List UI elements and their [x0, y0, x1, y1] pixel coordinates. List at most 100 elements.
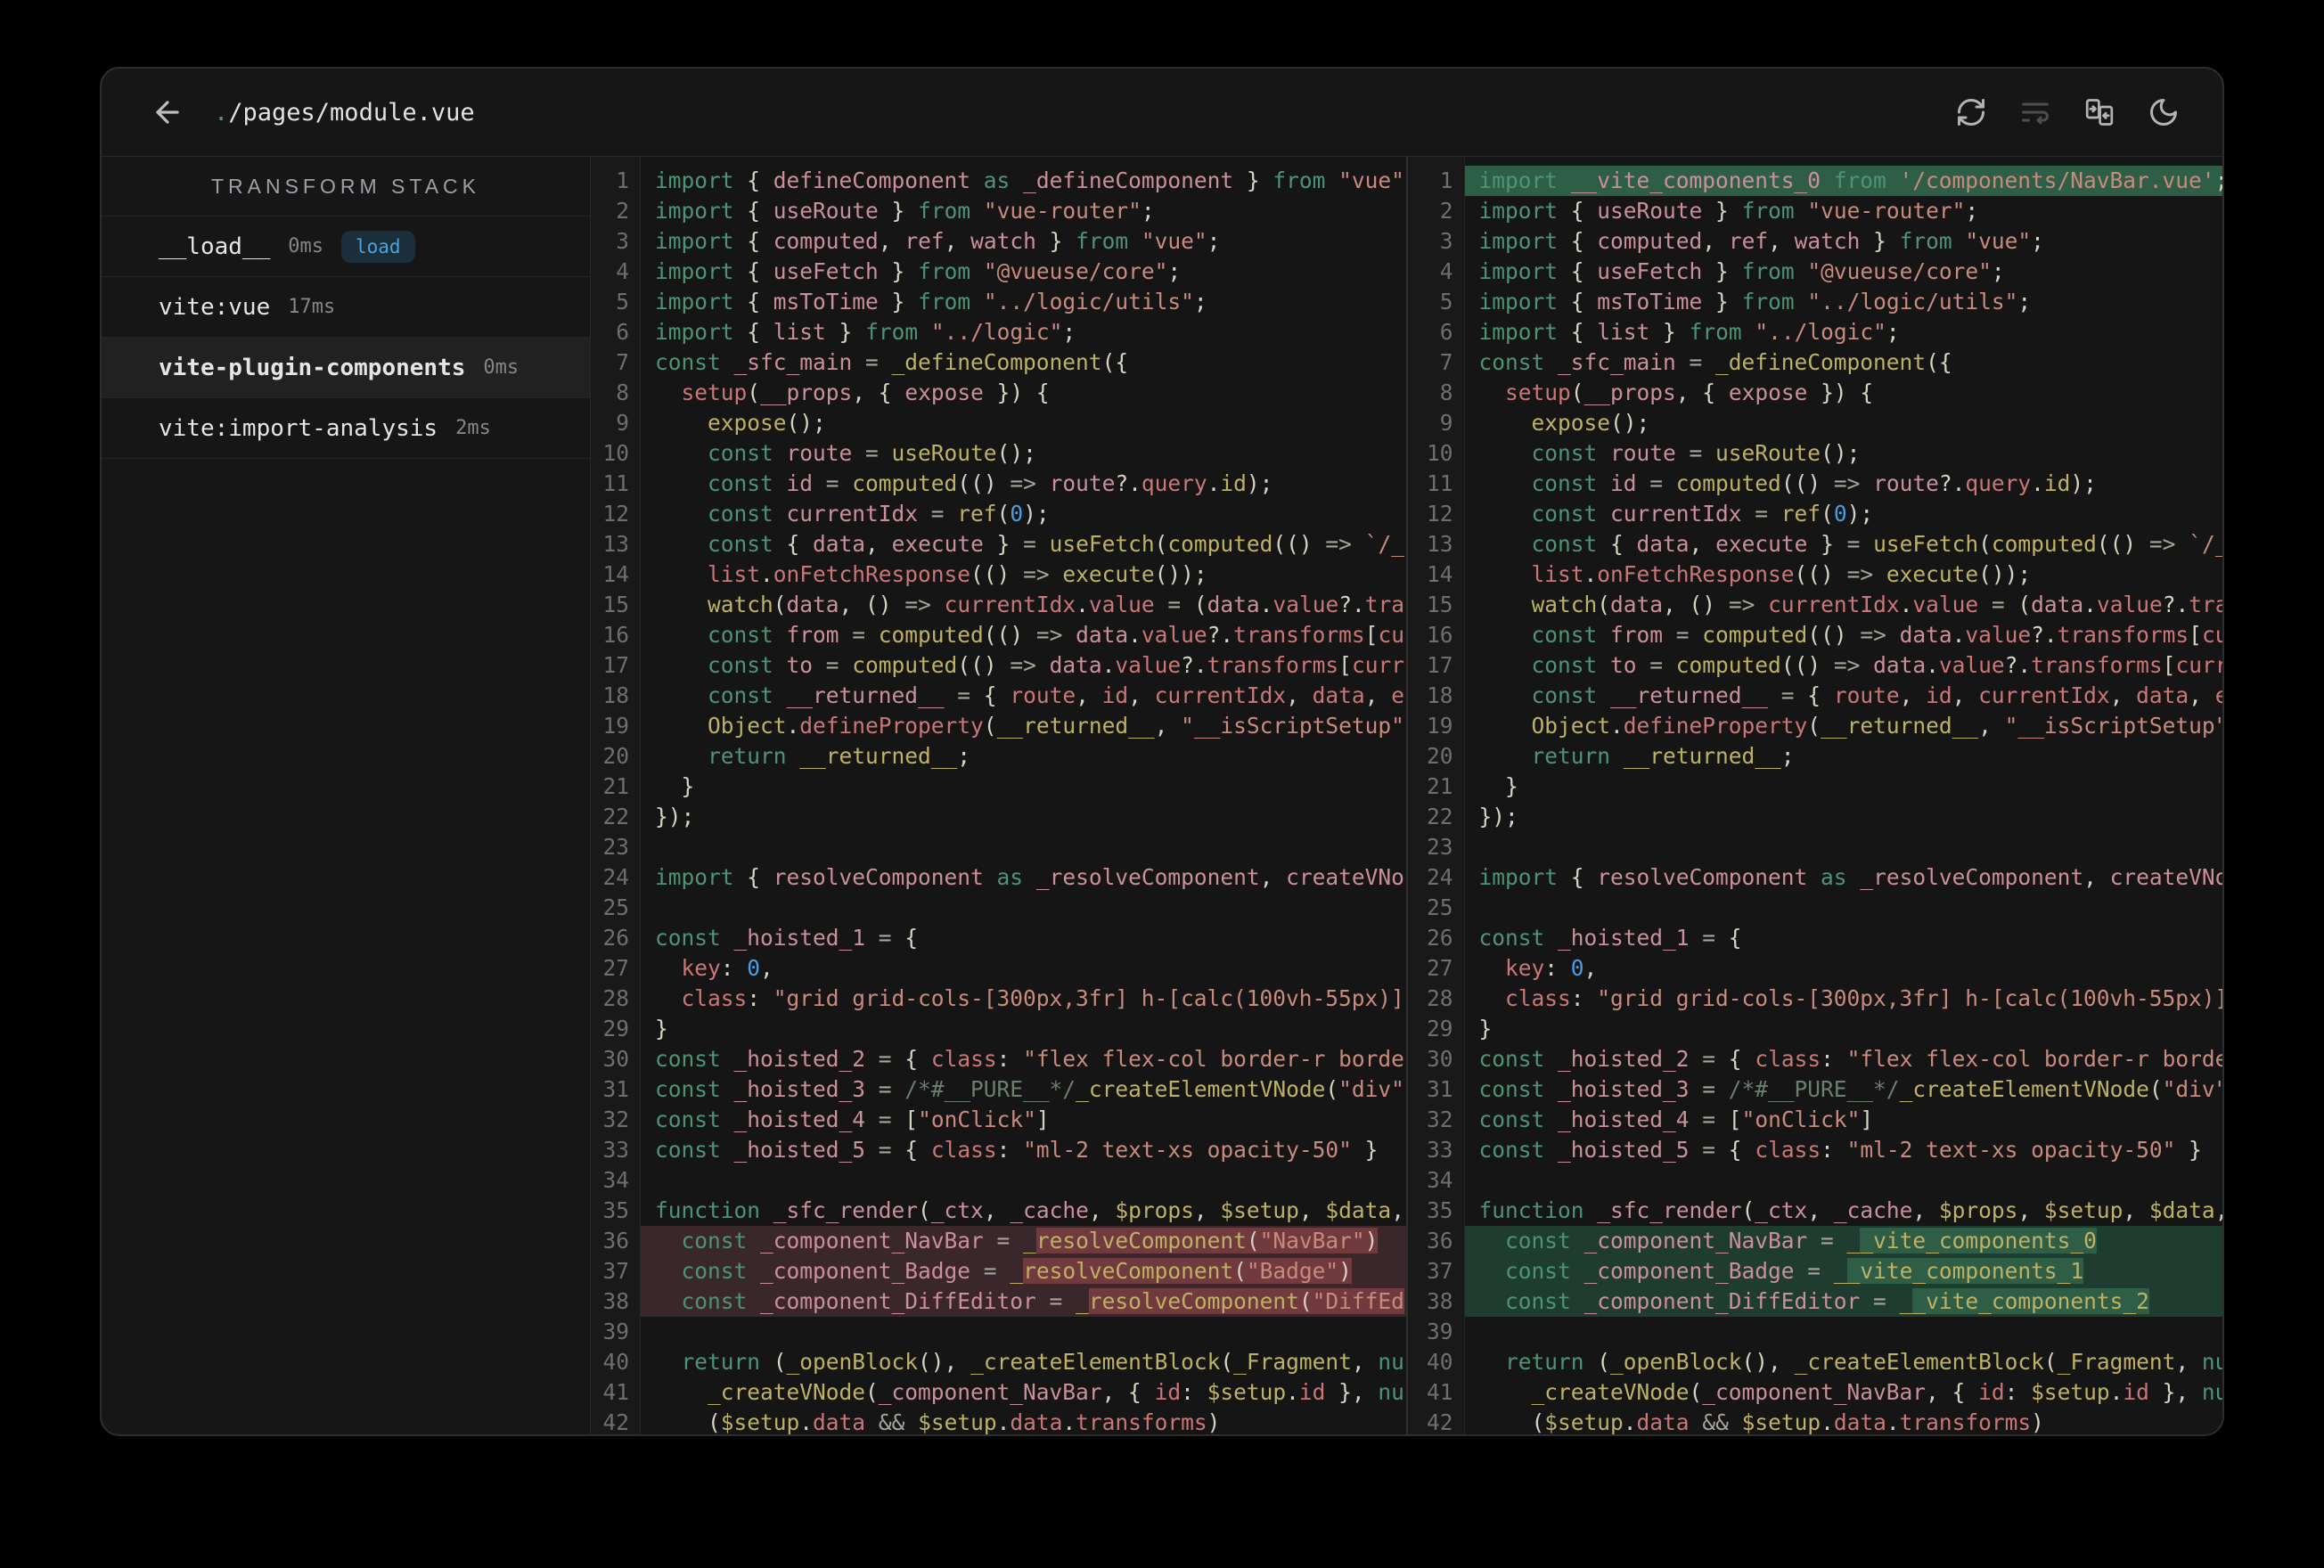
toolbar: [1952, 93, 2183, 132]
code-line: const to = computed(() => data.value?.tr…: [1478, 652, 2223, 678]
line-number: 29: [602, 1016, 629, 1041]
line-number: 33: [1426, 1137, 1453, 1163]
code-line: const _component_DiffEditor = _resolveCo…: [641, 1286, 1406, 1317]
line-number: 41: [1426, 1379, 1453, 1405]
code-before[interactable]: import { defineComponent as _defineCompo…: [641, 157, 1406, 1434]
line-number: 10: [602, 440, 629, 466]
plugin-duration: 0ms: [483, 356, 520, 379]
sidebar-item-vite-import-analysis[interactable]: vite:import-analysis 2ms: [102, 398, 590, 459]
line-number: 21: [602, 773, 629, 799]
code-line: import { defineComponent as _defineCompo…: [655, 167, 1406, 193]
code-line: import { computed, ref, watch } from "vu…: [1478, 228, 2044, 254]
code-line: watch(data, () => currentIdx.value = (da…: [655, 592, 1404, 617]
code-line: _createVNode(_component_NavBar, { id: $s…: [655, 1379, 1404, 1405]
line-number: 40: [1426, 1349, 1453, 1375]
code-line: const currentIdx = ref(0);: [1478, 501, 1874, 527]
side-by-side-diff-button[interactable]: [2080, 93, 2119, 132]
code-line: const from = computed(() => data.value?.…: [655, 622, 1404, 648]
line-number: 8: [616, 380, 629, 405]
plugin-name: __load__: [159, 233, 271, 260]
load-badge: load: [340, 230, 415, 263]
line-number: 36: [602, 1228, 629, 1254]
code-line: class: "grid grid-cols-[300px,3fr] h-[ca…: [1478, 985, 2222, 1011]
line-number: 22: [1426, 804, 1453, 829]
code-line: import { resolveComponent as _resolveCom…: [655, 864, 1404, 890]
title-bar: ./pages/module.vue: [102, 69, 2222, 157]
code-line: import { resolveComponent as _resolveCom…: [1478, 864, 2223, 890]
line-number: 17: [602, 652, 629, 678]
code-line: const currentIdx = ref(0);: [655, 501, 1050, 527]
plugin-name: vite:vue: [159, 293, 271, 321]
code-line: function _sfc_render(_ctx, _cache, $prop…: [655, 1197, 1404, 1223]
plugin-name: vite:import-analysis: [159, 414, 438, 442]
code-line: import { msToTime } from "../logic/utils…: [655, 289, 1207, 314]
sidebar-item-vite-vue[interactable]: vite:vue 17ms: [102, 277, 590, 338]
line-number: 12: [602, 501, 629, 527]
code-line: return (_openBlock(), _createElementBloc…: [1478, 1349, 2222, 1375]
line-number: 28: [602, 985, 629, 1011]
code-line: ($setup.data && $setup.data.transforms): [655, 1409, 1221, 1434]
code-after[interactable]: import __vite_components_0 from '/compon…: [1464, 157, 2223, 1434]
code-line: const id = computed(() => route?.query.i…: [1478, 470, 2097, 496]
line-number: 5: [1439, 289, 1453, 314]
code-line: }: [1478, 1016, 1493, 1041]
line-number: 17: [1426, 652, 1453, 678]
code-line: ($setup.data && $setup.data.transforms): [1478, 1409, 2044, 1434]
code-line: const _hoisted_3 = /*#__PURE__*/_createE…: [1478, 1076, 2223, 1102]
dark-mode-button[interactable]: [2144, 93, 2183, 132]
plugin-duration: 2ms: [455, 417, 491, 439]
code-line: import { msToTime } from "../logic/utils…: [1478, 289, 2032, 314]
sidebar-item-vite-plugin-components[interactable]: vite-plugin-components 0ms: [102, 338, 590, 398]
code-line: const _hoisted_4 = ["onClick"]: [1478, 1107, 1874, 1132]
line-number: 37: [602, 1258, 629, 1284]
line-number: 41: [602, 1379, 629, 1405]
line-number-gutter-right: 1 2 3 4 5 6 7 8 9 10 11 12 13 14 15 16 17 18 19 20 21 22 23 24 2…: [1407, 157, 1465, 1435]
plugin-name: vite-plugin-components: [159, 354, 466, 381]
line-number: 7: [616, 349, 629, 375]
dark-mode-moon-icon: [2150, 99, 2177, 126]
line-number: 19: [602, 713, 629, 739]
line-number: 9: [616, 410, 629, 436]
line-number: 39: [602, 1319, 629, 1344]
refresh-button[interactable]: [1952, 93, 1991, 132]
code-line: const _hoisted_1 = {: [1478, 925, 1742, 951]
wrap-lines-button[interactable]: [2016, 93, 2055, 132]
line-number: 3: [616, 228, 629, 254]
line-number: 42: [1426, 1409, 1453, 1435]
line-number: 35: [1426, 1197, 1453, 1223]
sidebar-item--load-[interactable]: __load__ 0ms load: [102, 216, 590, 277]
code-line: import { list } from "../logic";: [655, 319, 1076, 345]
title-dot: .: [214, 98, 229, 127]
line-number: 40: [602, 1349, 629, 1375]
line-number: 2: [1439, 198, 1453, 224]
code-line: setup(__props, { expose }) {: [655, 380, 1050, 405]
line-number: 33: [602, 1137, 629, 1163]
line-number: 34: [1426, 1167, 1453, 1193]
plugin-duration: 0ms: [288, 235, 323, 257]
code-line: const _hoisted_5 = { class: "ml-2 text-x…: [655, 1137, 1379, 1163]
code-line: const to = computed(() => data.value?.tr…: [655, 652, 1404, 678]
code-line: import __vite_components_0 from '/compon…: [1464, 166, 2222, 196]
line-number: 9: [1439, 410, 1453, 436]
code-line: const _hoisted_2 = { class: "flex flex-c…: [1478, 1046, 2223, 1072]
line-number: 39: [1426, 1319, 1453, 1344]
code-line: key: 0,: [655, 955, 773, 981]
line-number: 35: [602, 1197, 629, 1223]
code-line: watch(data, () => currentIdx.value = (da…: [1478, 592, 2223, 617]
back-button[interactable]: [148, 93, 187, 132]
code-line: return (_openBlock(), _createElementBloc…: [655, 1349, 1404, 1375]
refresh-icon: [1958, 99, 1984, 126]
line-number: 4: [616, 258, 629, 284]
code-line: const _component_NavBar = __vite_compone…: [1464, 1226, 2222, 1256]
line-number: 42: [602, 1409, 629, 1435]
code-line: const _component_DiffEditor = __vite_com…: [1464, 1286, 2222, 1317]
code-line: const { data, execute } = useFetch(compu…: [655, 531, 1404, 557]
line-number: 7: [1439, 349, 1453, 375]
diff-view: 1 2 3 4 5 6 7 8 9 10 11 12 13 14 15 16 17 18 19 20 21 22 23 24 2…: [591, 157, 2222, 1434]
code-line: });: [655, 804, 695, 829]
code-line: key: 0,: [1478, 955, 1598, 981]
sidebar-items: __load__ 0ms load vite:vue 17ms vite-plugin-c…: [102, 216, 590, 459]
line-number: 27: [602, 955, 629, 981]
line-number: 25: [1426, 894, 1453, 920]
